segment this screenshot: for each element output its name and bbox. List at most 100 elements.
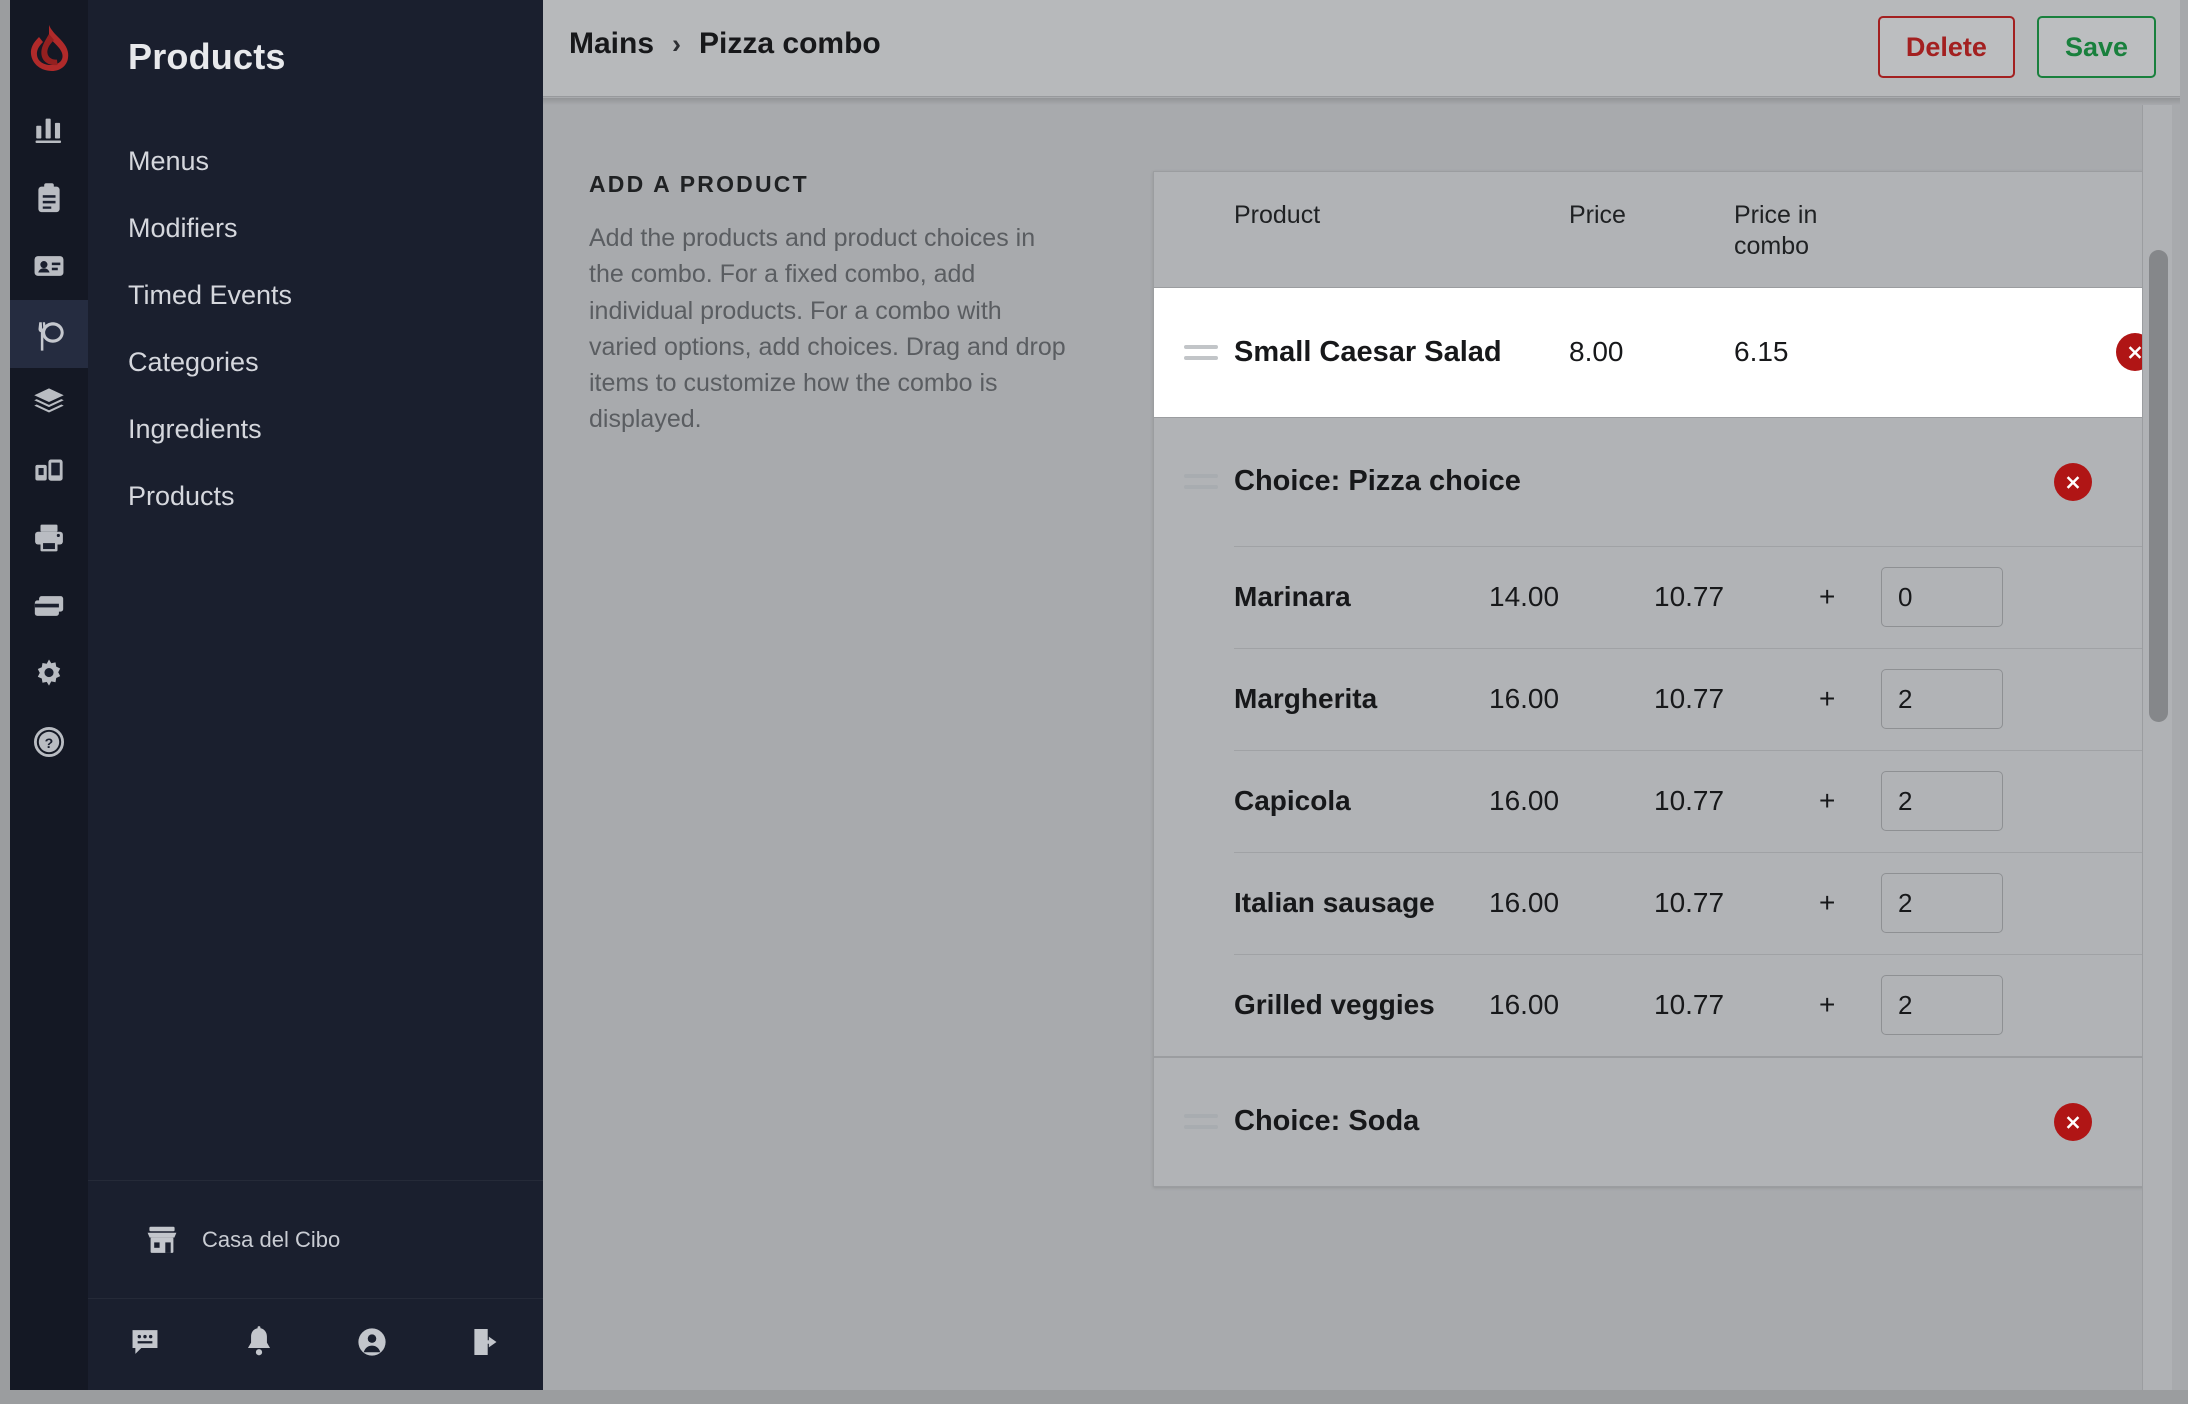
- help-icon: ?: [32, 725, 66, 759]
- sidebar-item-menus[interactable]: Menus: [88, 128, 543, 195]
- drag-handle-icon[interactable]: [1184, 1114, 1234, 1129]
- sidebar-item-timed-events[interactable]: Timed Events: [88, 262, 543, 329]
- breadcrumb-current: Pizza combo: [699, 27, 881, 60]
- sidebar-footer: [88, 1298, 543, 1390]
- rail-item-orders[interactable]: [10, 164, 88, 232]
- notifications-button[interactable]: [202, 1325, 316, 1364]
- option-name: Marinara: [1234, 581, 1351, 612]
- row-price: 8.00: [1569, 336, 1624, 367]
- list-item[interactable]: Capicola 16.00 10.77 +: [1234, 749, 2159, 852]
- plus-sign: +: [1819, 989, 1836, 1020]
- option-price: 16.00: [1489, 785, 1560, 816]
- option-name: Italian sausage: [1234, 887, 1435, 918]
- app-window: ? Products Menus Modifiers Timed Events …: [0, 0, 2188, 1404]
- sidebar-item-products[interactable]: Products: [88, 463, 543, 530]
- table-row[interactable]: Small Caesar Salad 8.00 6.15: [1154, 287, 2159, 418]
- delete-circle-icon[interactable]: [2054, 462, 2092, 501]
- option-name: Grilled veggies: [1234, 989, 1435, 1020]
- chat-button[interactable]: [88, 1325, 202, 1364]
- sidebar-menu: Menus Modifiers Timed Events Categories …: [88, 128, 543, 530]
- plus-sign: +: [1819, 785, 1836, 816]
- option-price-in-combo: 10.77: [1654, 683, 1725, 714]
- row-product-name: Small Caesar Salad: [1234, 335, 1502, 368]
- option-surcharge-input[interactable]: [1881, 873, 2003, 933]
- option-surcharge-input[interactable]: [1881, 975, 2003, 1035]
- scrollbar-thumb[interactable]: [2149, 250, 2168, 722]
- choice-title: Choice: Pizza choice: [1234, 465, 1521, 497]
- gear-icon: [32, 657, 66, 691]
- choice-option-list: Marinara 14.00 10.77 + Margherita 16.00: [1154, 545, 2159, 1056]
- list-item[interactable]: Grilled veggies 16.00 10.77 +: [1234, 953, 2159, 1056]
- devices-icon: [32, 453, 66, 487]
- delete-button[interactable]: Delete: [1877, 16, 2015, 78]
- delete-circle-icon[interactable]: [2054, 1102, 2092, 1141]
- rail-item-customers[interactable]: [10, 232, 88, 300]
- list-item[interactable]: Italian sausage 16.00 10.77 +: [1234, 851, 2159, 954]
- layers-icon: [32, 385, 66, 419]
- option-price-in-combo: 10.77: [1654, 581, 1725, 612]
- content-inner: ADD A PRODUCT Add the products and produ…: [543, 105, 2180, 1187]
- plus-sign: +: [1819, 683, 1836, 714]
- add-a-product-info: ADD A PRODUCT Add the products and produ…: [589, 171, 1069, 438]
- chat-icon: [128, 1325, 162, 1364]
- main-content: ADD A PRODUCT Add the products and produ…: [543, 105, 2180, 1390]
- list-item[interactable]: Marinara 14.00 10.77 +: [1234, 545, 2159, 648]
- topbar: Mains › Pizza combo Delete Save: [543, 0, 2180, 97]
- lightspeed-logo[interactable]: [10, 0, 88, 96]
- window-edge-left: [0, 0, 10, 1404]
- option-price-in-combo: 10.77: [1654, 887, 1725, 918]
- rail-item-printers[interactable]: [10, 504, 88, 572]
- logout-icon: [469, 1325, 503, 1364]
- choice-group-soda: Choice: Soda: [1154, 1056, 2159, 1186]
- printer-icon: [32, 521, 66, 555]
- rail-item-devices[interactable]: [10, 436, 88, 504]
- column-header-price-in-combo: Price in combo: [1734, 201, 1818, 261]
- sidebar: Products Menus Modifiers Timed Events Ca…: [88, 0, 543, 1390]
- rail-item-help[interactable]: ?: [10, 708, 88, 776]
- table-header: Product Price Price in combo: [1154, 172, 2159, 288]
- column-header-product: Product: [1234, 201, 1321, 229]
- rail-item-payments[interactable]: [10, 572, 88, 640]
- rail-item-list: ?: [10, 96, 88, 776]
- clipboard-icon: [32, 181, 66, 215]
- save-button[interactable]: Save: [2036, 16, 2156, 78]
- rail-item-reports[interactable]: [10, 96, 88, 164]
- rail-item-products[interactable]: [10, 300, 88, 368]
- rail-item-settings[interactable]: [10, 640, 88, 708]
- vertical-scrollbar[interactable]: [2142, 105, 2172, 1390]
- option-price-in-combo: 10.77: [1654, 785, 1725, 816]
- option-price: 14.00: [1489, 581, 1560, 612]
- account-button[interactable]: [316, 1325, 430, 1364]
- option-surcharge-input[interactable]: [1881, 567, 2003, 627]
- store-icon: [144, 1222, 180, 1258]
- sidebar-title: Products: [128, 36, 286, 77]
- chevron-right-icon: ›: [672, 28, 682, 59]
- window-edge-bottom: [0, 1390, 2188, 1404]
- drag-handle-icon[interactable]: [1184, 474, 1234, 489]
- info-title: ADD A PRODUCT: [589, 171, 809, 197]
- store-selector[interactable]: Casa del Cibo: [88, 1180, 543, 1298]
- reports-icon: [32, 113, 66, 147]
- id-card-icon: [32, 249, 66, 283]
- breadcrumb-parent[interactable]: Mains: [569, 27, 654, 61]
- choice-group-pizza: Choice: Pizza choice Marinara 14.00 10.7…: [1154, 417, 2159, 1057]
- choice-header[interactable]: Choice: Pizza choice: [1154, 418, 2159, 546]
- sidebar-item-categories[interactable]: Categories: [88, 329, 543, 396]
- option-surcharge-input[interactable]: [1881, 669, 2003, 729]
- logout-button[interactable]: [429, 1325, 543, 1364]
- sidebar-item-ingredients[interactable]: Ingredients: [88, 396, 543, 463]
- topbar-shadow: [543, 98, 2180, 105]
- option-surcharge-input[interactable]: [1881, 771, 2003, 831]
- store-name: Casa del Cibo: [202, 1226, 341, 1252]
- rail-item-inventory[interactable]: [10, 368, 88, 436]
- plus-sign: +: [1819, 887, 1836, 918]
- list-item[interactable]: Margherita 16.00 10.77 +: [1234, 647, 2159, 750]
- option-name: Capicola: [1234, 785, 1351, 816]
- svg-text:?: ?: [45, 736, 54, 752]
- dining-icon: [31, 316, 67, 352]
- sidebar-item-modifiers[interactable]: Modifiers: [88, 195, 543, 262]
- choice-header[interactable]: Choice: Soda: [1154, 1058, 2159, 1186]
- drag-handle-icon[interactable]: [1184, 344, 1234, 360]
- option-price: 16.00: [1489, 887, 1560, 918]
- plus-sign: +: [1819, 581, 1836, 612]
